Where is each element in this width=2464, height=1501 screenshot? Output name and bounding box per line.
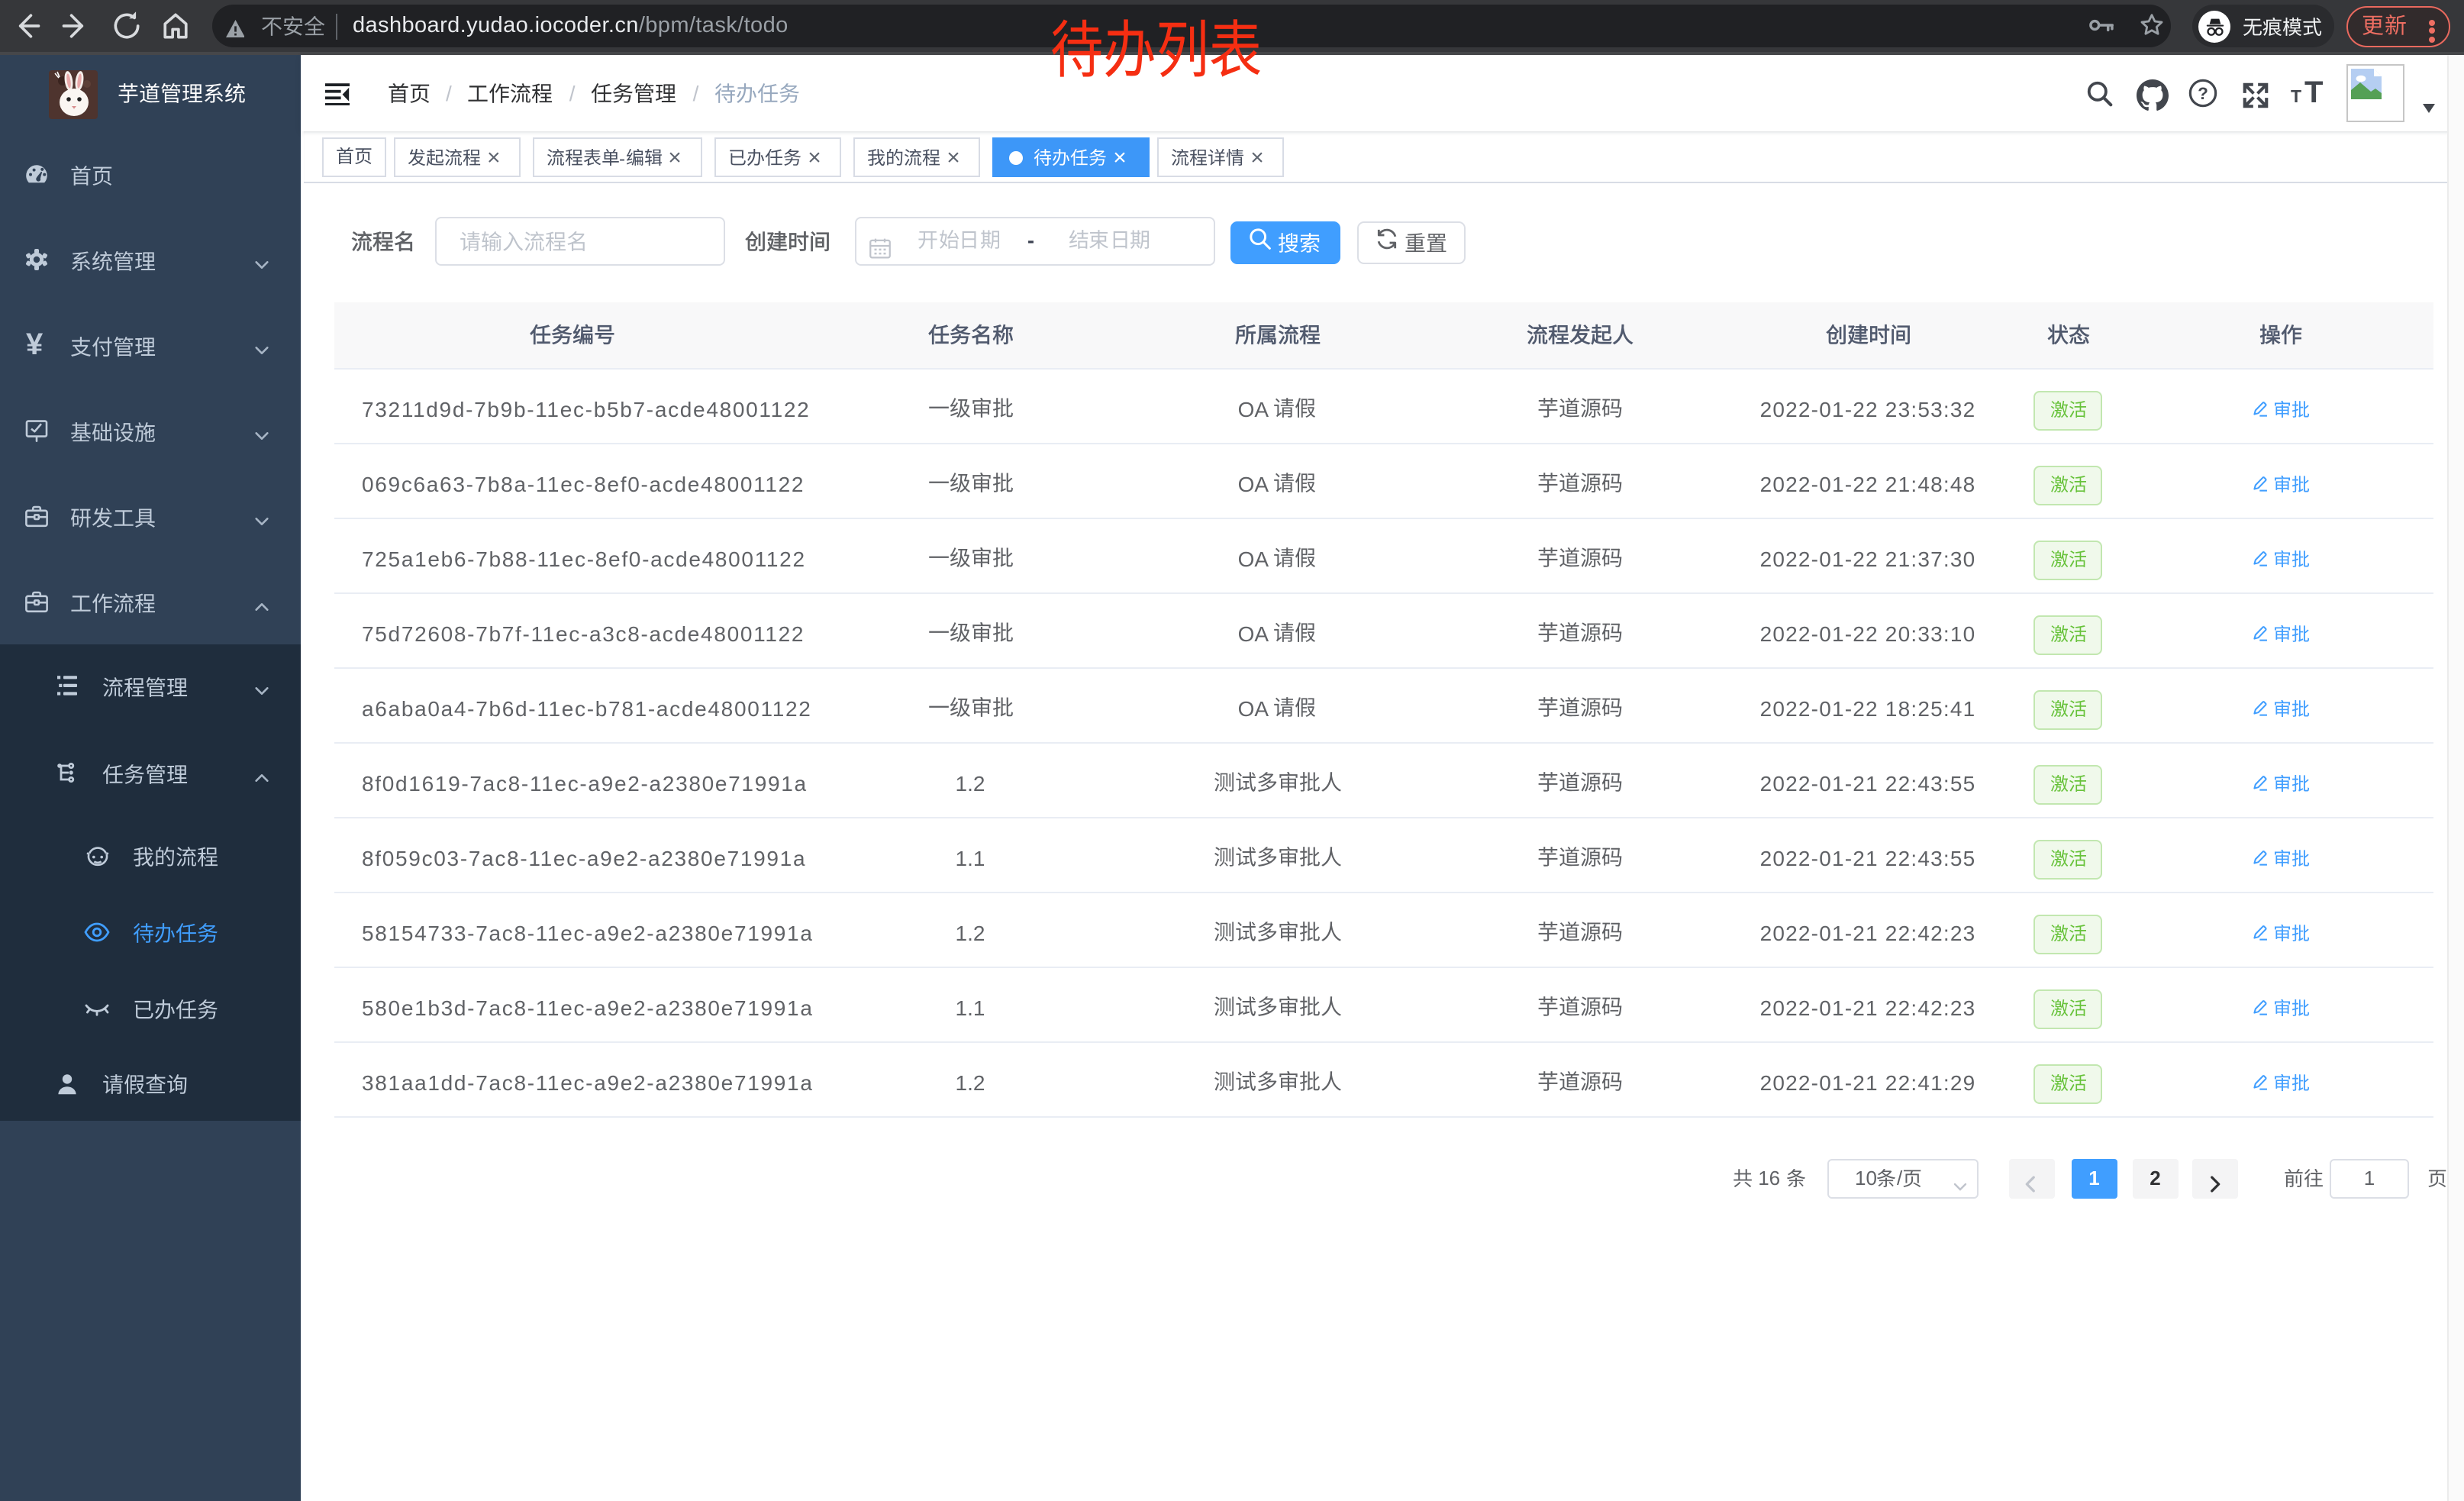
svg-text:?: ? — [2197, 84, 2208, 103]
